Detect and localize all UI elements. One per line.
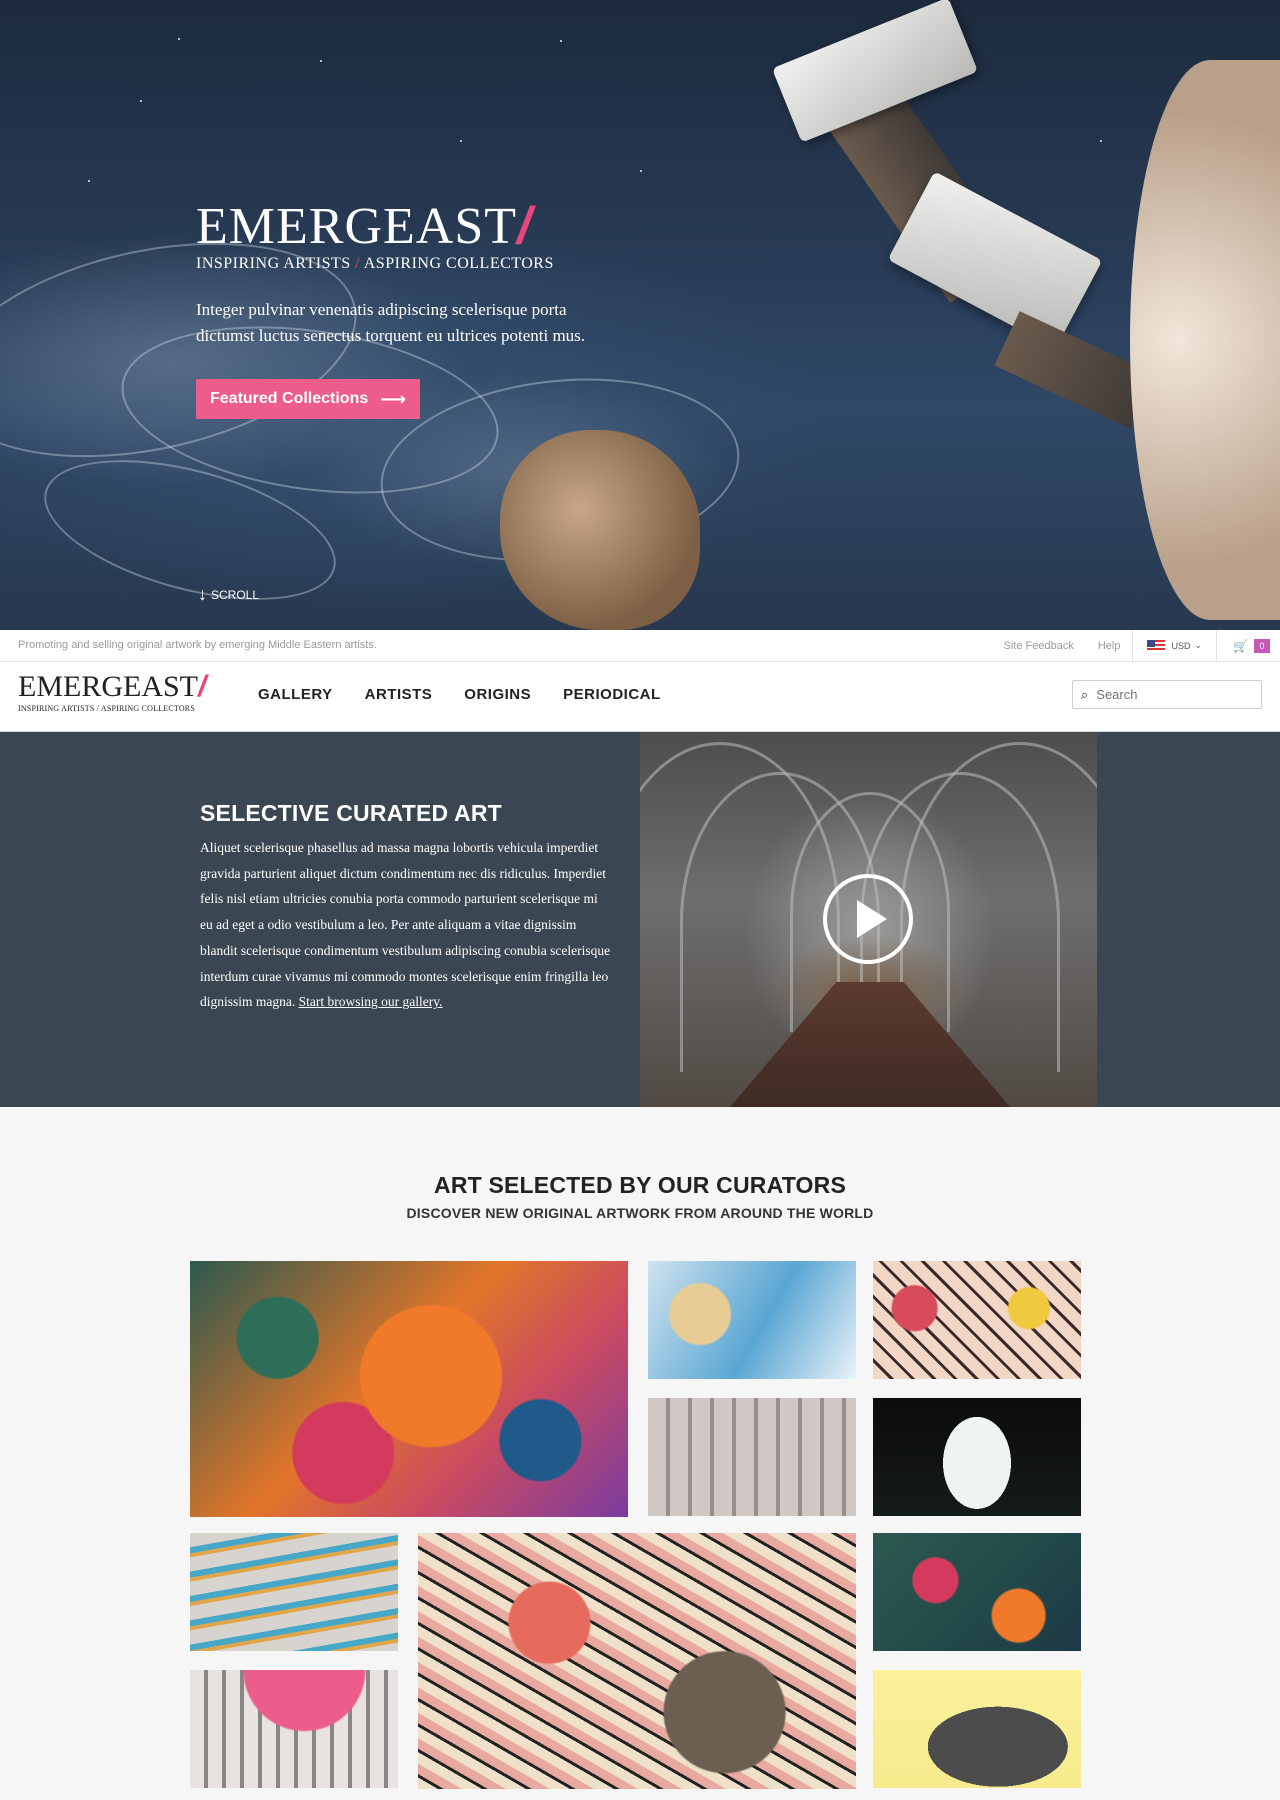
top-info-bar: Promoting and selling original artwork b… bbox=[0, 630, 1280, 662]
nav-item-artists[interactable]: ARTISTS bbox=[365, 686, 433, 703]
site-logo[interactable]: EMERGEAST/ INSPIRING ARTISTS / ASPIRING … bbox=[18, 670, 207, 714]
play-icon[interactable] bbox=[823, 874, 913, 964]
gallery-title: ART SELECTED BY OUR CURATORS bbox=[434, 1172, 846, 1198]
camera-lower bbox=[887, 171, 1103, 349]
logo-tagline: INSPIRING ARTISTS / ASPIRING COLLECTORS bbox=[18, 704, 195, 713]
currency-selector[interactable]: USD ⌄ bbox=[1133, 639, 1216, 652]
tagline-right: ASPIRING COLLECTORS bbox=[363, 255, 554, 272]
scroll-label: SCROLL bbox=[211, 587, 260, 602]
cart-icon: 🛒 bbox=[1233, 638, 1248, 653]
curated-body-text: Aliquet scelerisque phasellus ad massa m… bbox=[200, 840, 611, 1010]
artwork-tile[interactable] bbox=[873, 1533, 1081, 1651]
hero-logo-word: EMERGEAST bbox=[196, 198, 517, 255]
us-flag-icon bbox=[1147, 639, 1166, 652]
hero-logo: EMERGEAST/ bbox=[196, 200, 626, 253]
cart-button[interactable]: 🛒 0 bbox=[1217, 638, 1280, 653]
star bbox=[640, 170, 642, 172]
artwork-tile[interactable] bbox=[648, 1398, 856, 1516]
chevron-down-icon: ⌄ bbox=[1194, 640, 1203, 650]
featured-collections-label: Featured Collections bbox=[210, 390, 369, 407]
hero-tagline: INSPIRING ARTISTS / ASPIRING COLLECTORS bbox=[196, 255, 626, 273]
artwork-tile[interactable] bbox=[418, 1533, 856, 1789]
nav-item-gallery[interactable]: GALLERY bbox=[258, 686, 333, 703]
hero-banner: EMERGEAST/ INSPIRING ARTISTS / ASPIRING … bbox=[0, 0, 1280, 630]
logo-word: EMERGEAST bbox=[18, 670, 198, 703]
site-feedback-link[interactable]: Site Feedback bbox=[992, 640, 1086, 652]
hero-copy: EMERGEAST/ INSPIRING ARTISTS / ASPIRING … bbox=[196, 200, 626, 419]
tagline-left: INSPIRING ARTISTS bbox=[196, 255, 351, 272]
hero-intro: Integer pulvinar venenatis adipiscing sc… bbox=[196, 300, 586, 345]
artwork-tile[interactable] bbox=[873, 1261, 1081, 1379]
statue-figure bbox=[1130, 60, 1280, 620]
gallery-header: ART SELECTED BY OUR CURATORS DISCOVER NE… bbox=[0, 1172, 1280, 1221]
arrow-right-icon: ⟶ bbox=[380, 388, 407, 409]
artwork-tile[interactable] bbox=[190, 1670, 398, 1788]
artwork-tile[interactable] bbox=[648, 1261, 856, 1379]
hero-logo-slash: / bbox=[517, 197, 533, 255]
star bbox=[460, 140, 462, 142]
scroll-indicator[interactable]: ↓ SCROLL bbox=[198, 584, 259, 605]
nav-item-periodical[interactable]: PERIODICAL bbox=[563, 686, 661, 703]
artwork-tile[interactable] bbox=[873, 1670, 1081, 1788]
artwork-tile[interactable] bbox=[190, 1533, 398, 1651]
curated-text: SELECTIVE CURATED ART Aliquet scelerisqu… bbox=[200, 800, 612, 1015]
curated-body: Aliquet scelerisque phasellus ad massa m… bbox=[200, 835, 612, 1015]
promo-text: Promoting and selling original artwork b… bbox=[18, 639, 377, 651]
logo-slash: / bbox=[198, 670, 207, 703]
search-input[interactable] bbox=[1096, 687, 1247, 702]
bust-sculpture bbox=[500, 430, 700, 630]
star bbox=[560, 40, 562, 42]
star bbox=[1100, 140, 1102, 142]
main-nav: EMERGEAST/ INSPIRING ARTISTS / ASPIRING … bbox=[0, 662, 1280, 732]
currency-label: USD bbox=[1171, 640, 1191, 651]
curated-title: SELECTIVE CURATED ART bbox=[200, 800, 502, 826]
gallery-subtitle: DISCOVER NEW ORIGINAL ARTWORK FROM AROUN… bbox=[406, 1205, 874, 1221]
browse-gallery-link[interactable]: Start browsing our gallery. bbox=[299, 994, 443, 1009]
search-box: ⌕ bbox=[1072, 680, 1262, 709]
tagline-separator: / bbox=[355, 255, 361, 272]
artwork-tile[interactable] bbox=[190, 1261, 628, 1517]
featured-collections-button[interactable]: Featured Collections ⟶ bbox=[196, 379, 421, 419]
arrow-down-icon: ↓ bbox=[198, 584, 207, 604]
nav-menu: GALLERY ARTISTS ORIGINS PERIODICAL bbox=[258, 686, 661, 703]
star bbox=[88, 180, 90, 182]
nav-item-origins[interactable]: ORIGINS bbox=[464, 686, 531, 703]
star bbox=[178, 38, 180, 40]
star bbox=[320, 60, 322, 62]
utility-links: Site Feedback Help USD ⌄ 🛒 0 bbox=[992, 630, 1280, 661]
video-player[interactable] bbox=[640, 732, 1097, 1107]
star bbox=[140, 100, 142, 102]
artwork-tile[interactable] bbox=[873, 1398, 1081, 1516]
curated-art-section: SELECTIVE CURATED ART Aliquet scelerisqu… bbox=[0, 732, 1280, 1107]
cart-count-badge: 0 bbox=[1254, 638, 1270, 653]
search-icon: ⌕ bbox=[1081, 686, 1089, 702]
help-link[interactable]: Help bbox=[1086, 640, 1133, 652]
